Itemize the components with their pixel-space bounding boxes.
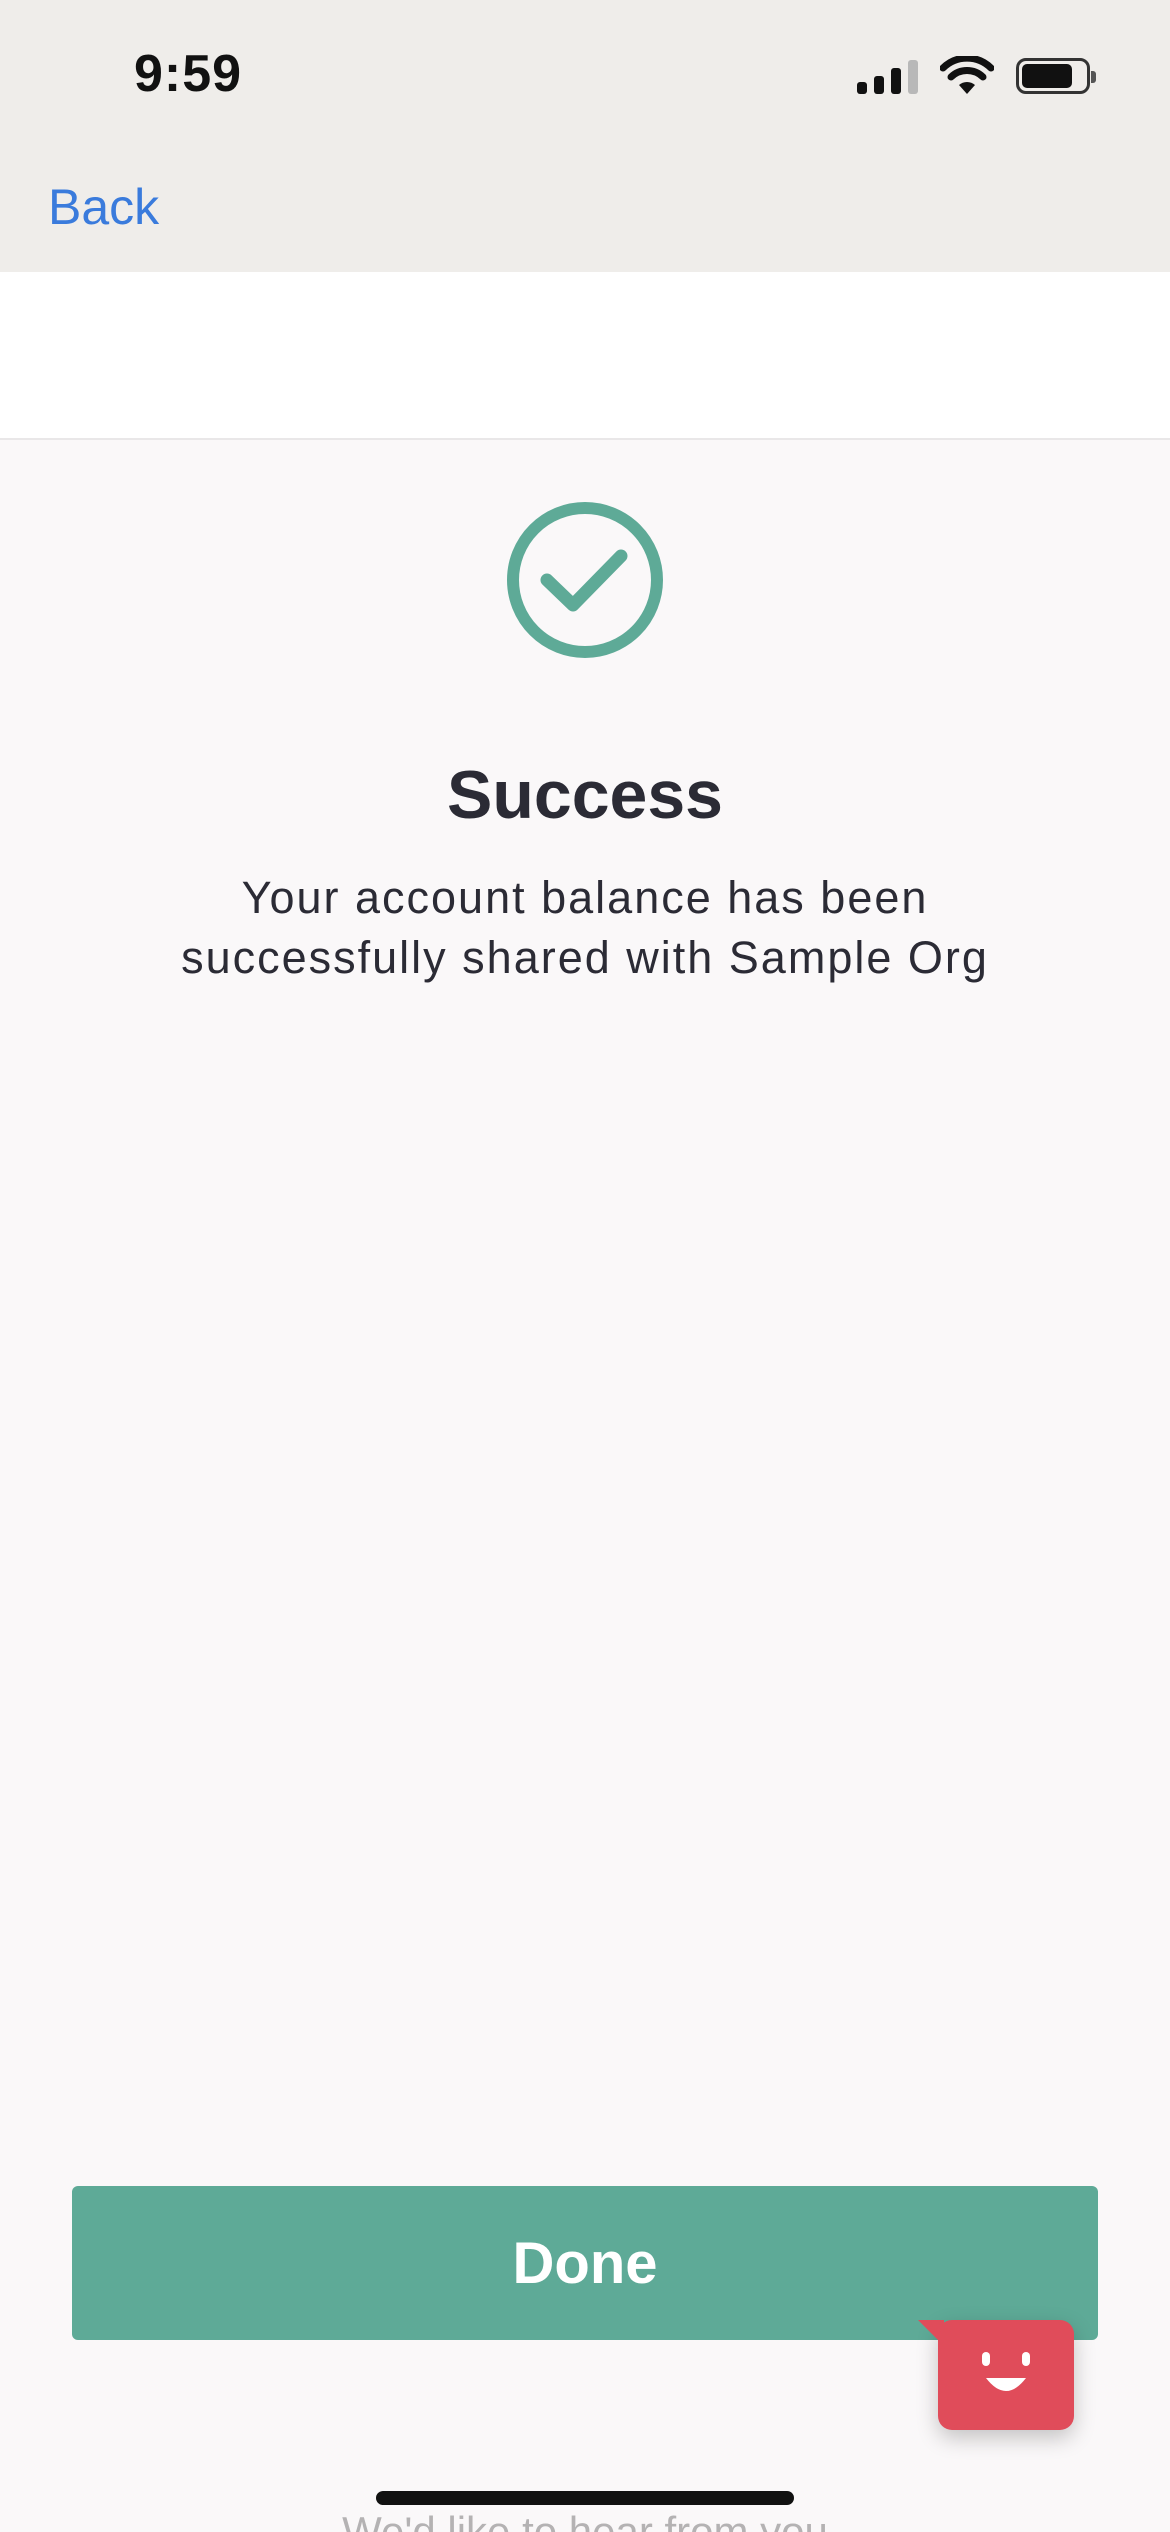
done-button[interactable]: Done <box>72 2186 1098 2340</box>
header-band <box>0 272 1170 440</box>
smiley-face-icon <box>982 2352 1030 2391</box>
check-circle-icon <box>505 500 665 660</box>
feedback-widget-button[interactable] <box>918 2320 1074 2430</box>
feedback-teaser-text: We'd like to hear from you <box>342 2508 828 2532</box>
cellular-signal-icon <box>857 58 918 94</box>
battery-icon <box>1016 58 1096 94</box>
back-button[interactable]: Back <box>48 178 159 236</box>
success-message: Your account balance has been successful… <box>181 872 989 983</box>
top-bar: 9:59 Back <box>0 0 1170 272</box>
status-icons <box>857 54 1096 98</box>
status-time: 9:59 <box>134 45 243 103</box>
wifi-icon <box>940 56 994 96</box>
success-title: Success <box>447 757 723 833</box>
